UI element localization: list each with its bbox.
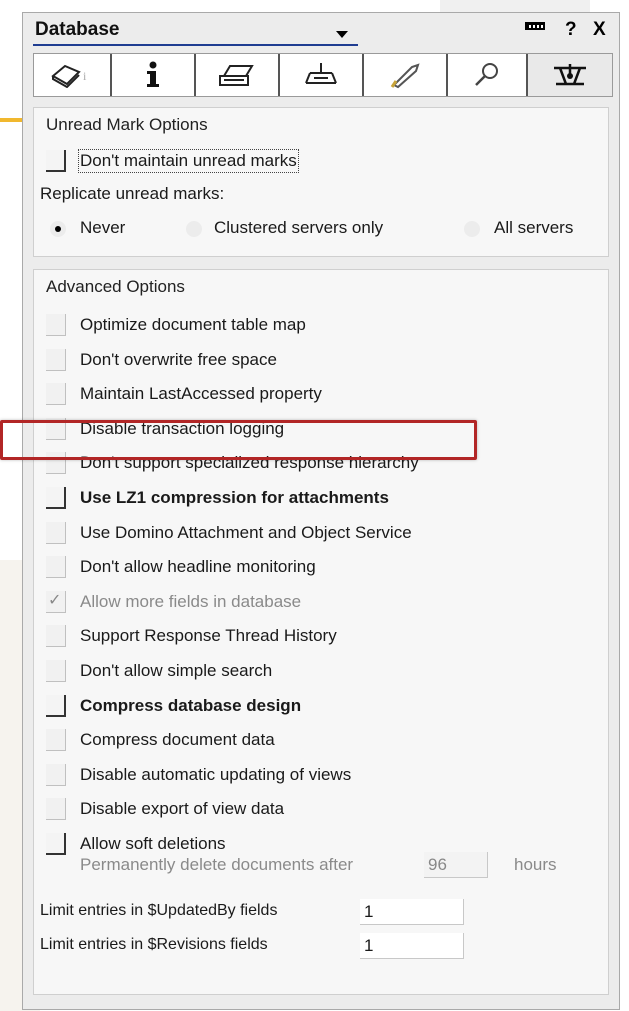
option-label: Don't overwrite free space: [80, 349, 277, 369]
option-label: Compress document data: [80, 730, 275, 750]
advanced-option-row: Allow more fields in database: [34, 587, 608, 617]
option-label: Optimize document table map: [80, 315, 306, 334]
checkbox[interactable]: [46, 487, 66, 509]
object-type-dropdown[interactable]: Database: [33, 18, 358, 46]
option-label: Use LZ1 compression for attachments: [80, 488, 389, 507]
advanced-option-row[interactable]: Don't overwrite free space: [34, 345, 608, 375]
option-label: Don't allow headline monitoring: [80, 557, 316, 577]
tab-details[interactable]: [112, 54, 196, 96]
checkbox[interactable]: [46, 763, 66, 786]
tab-print[interactable]: [196, 54, 280, 96]
checkbox[interactable]: [46, 521, 66, 544]
option-dont-maintain-unread[interactable]: Don't maintain unread marks: [34, 146, 608, 176]
tab-advanced[interactable]: [528, 54, 612, 96]
revisions-label: Limit entries in $Revisions fields: [40, 936, 268, 953]
advanced-option-row[interactable]: Compress document data: [34, 725, 608, 755]
checkbox[interactable]: [46, 660, 66, 682]
checkbox[interactable]: [46, 625, 66, 648]
option-label: Use Domino Attachment and Object Service: [80, 522, 412, 542]
advanced-option-row[interactable]: Don't allow simple search: [34, 656, 608, 686]
radio-never-label[interactable]: Never: [80, 218, 125, 238]
checkbox[interactable]: [46, 383, 66, 406]
properties-panel: Database ? X i Unread Mark Options Don't…: [22, 12, 620, 1010]
checkbox[interactable]: [46, 314, 66, 336]
option-label: Compress database design: [80, 695, 302, 715]
option-label: Don't allow simple search: [80, 661, 273, 680]
advanced-option-row[interactable]: Compress database design: [34, 691, 608, 721]
advanced-option-row[interactable]: Don't allow headline monitoring: [34, 552, 608, 582]
advanced-option-row[interactable]: Optimize document table map: [34, 310, 608, 340]
delete-after-unit: hours: [514, 855, 557, 874]
info-icon: [147, 61, 159, 87]
tab-search[interactable]: [448, 54, 528, 96]
option-label: Don't maintain unread marks: [78, 149, 299, 173]
highlight-box: [0, 420, 477, 460]
advanced-options-group: Advanced Options Optimize document table…: [33, 269, 609, 995]
radio-never[interactable]: [50, 221, 66, 237]
revisions-row: Limit entries in $Revisions fields 1: [34, 930, 608, 960]
tab-launch[interactable]: [364, 54, 448, 96]
svg-text:i: i: [83, 69, 87, 83]
option-label: Disable automatic updating of views: [80, 764, 352, 784]
object-type-label: Database: [35, 19, 120, 40]
help-button[interactable]: ?: [565, 19, 577, 41]
option-label: Maintain LastAccessed property: [80, 384, 322, 404]
checkbox[interactable]: [46, 798, 66, 821]
updatedby-label: Limit entries in $UpdatedBy fields: [40, 902, 278, 919]
advanced-option-row[interactable]: Support Response Thread History: [34, 621, 608, 651]
option-label: Support Response Thread History: [80, 626, 337, 646]
panel-titlebar: Database ? X: [23, 13, 619, 49]
launch-icon: [390, 63, 420, 89]
advanced-option-row[interactable]: Use LZ1 compression for attachments: [34, 483, 608, 513]
delete-after-row: Permanently delete documents after 96 ho…: [34, 850, 608, 880]
replicate-label: Replicate unread marks:: [40, 184, 225, 203]
checkbox[interactable]: [46, 348, 66, 371]
search-icon: [475, 63, 498, 86]
advanced-option-row[interactable]: Disable export of view data: [34, 794, 608, 824]
info-book-icon: i: [51, 64, 87, 88]
radio-clustered[interactable]: [186, 221, 202, 237]
checkbox: [46, 590, 66, 613]
advanced-icon: [554, 64, 586, 86]
updatedby-input[interactable]: 1: [360, 899, 464, 925]
radio-clustered-label[interactable]: Clustered servers only: [214, 218, 383, 238]
unread-group-title: Unread Mark Options: [46, 115, 208, 134]
unread-mark-options-group: Unread Mark Options Don't maintain unrea…: [33, 107, 609, 257]
updatedby-row: Limit entries in $UpdatedBy fields 1: [34, 896, 608, 926]
advanced-option-row[interactable]: Use Domino Attachment and Object Service: [34, 518, 608, 548]
collapse-icon[interactable]: [525, 22, 545, 30]
delete-after-input[interactable]: 96: [424, 852, 488, 878]
radio-all-servers[interactable]: [464, 221, 480, 237]
delete-after-label: Permanently delete documents after: [80, 855, 354, 874]
advanced-group-title: Advanced Options: [46, 277, 185, 296]
option-label: Allow more fields in database: [80, 591, 302, 611]
replicate-radio-group: Never Clustered servers only All servers: [34, 214, 608, 244]
tab-design[interactable]: [280, 54, 364, 96]
close-button[interactable]: X: [593, 19, 606, 41]
tab-info[interactable]: i: [34, 54, 112, 96]
revisions-input[interactable]: 1: [360, 933, 464, 959]
advanced-option-row[interactable]: Maintain LastAccessed property: [34, 379, 608, 409]
radio-all-servers-label[interactable]: All servers: [494, 218, 573, 238]
tab-strip: i: [33, 53, 613, 97]
checkbox[interactable]: [46, 729, 66, 752]
checkbox[interactable]: [46, 694, 66, 717]
checkbox[interactable]: [46, 556, 66, 579]
design-icon: [305, 63, 337, 84]
option-label: Disable export of view data: [80, 799, 285, 819]
checkbox[interactable]: [46, 150, 66, 172]
chevron-down-icon: [336, 31, 348, 38]
advanced-option-row[interactable]: Disable automatic updating of views: [34, 760, 608, 790]
printer-icon: [219, 65, 254, 86]
